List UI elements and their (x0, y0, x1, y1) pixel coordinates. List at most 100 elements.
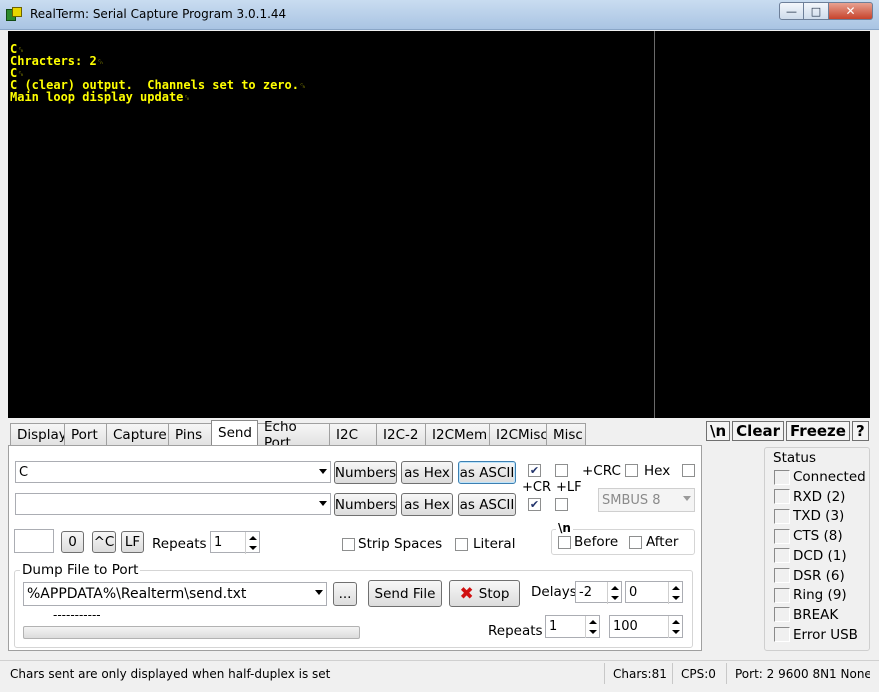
send-zero-label: 0 (68, 534, 77, 550)
close-button[interactable]: ✕ (829, 2, 873, 20)
tab-i2c-2[interactable]: I2C-2 (376, 423, 426, 445)
delay-2-spinner[interactable]: 0 (625, 581, 683, 604)
line-2-lf-checkbox[interactable] (555, 498, 568, 511)
delay-1-spinner[interactable]: -2 (575, 581, 622, 604)
send-as-hex-2-button[interactable]: as Hex (401, 493, 453, 516)
send-zero-button[interactable]: 0 (61, 531, 84, 553)
status-item-label: TXD (3) (793, 508, 845, 525)
tab-i2c[interactable]: I2C (329, 423, 377, 445)
tab-capture[interactable]: Capture (106, 423, 169, 445)
status-led-icon (774, 627, 790, 643)
send-as-ascii-1-button[interactable]: as ASCII (458, 461, 516, 484)
spinner-arrows-icon[interactable] (668, 582, 682, 604)
strip-spaces-checkbox[interactable] (342, 538, 355, 551)
tab-port[interactable]: Port (64, 423, 107, 445)
send-ctrl-c-label: ^C (93, 534, 115, 550)
status-led-icon (774, 548, 790, 564)
before-label: Before (574, 534, 619, 550)
tab-send[interactable]: Send (211, 420, 258, 445)
smbus-value: SMBUS 8 (602, 492, 661, 508)
status-item: Connected (774, 469, 866, 485)
spinner-arrows-icon[interactable] (245, 532, 259, 554)
minimize-icon: — (786, 4, 797, 18)
send-as-ascii-2-button[interactable]: as ASCII (458, 493, 516, 516)
send-numbers-2-button[interactable]: Numbers (334, 493, 397, 516)
maximize-button[interactable]: □ (804, 2, 829, 20)
status-item-label: BREAK (793, 606, 839, 623)
terminal-splitter[interactable] (654, 31, 655, 418)
status-item: Ring (9) (774, 587, 847, 603)
status-item: DSR (6) (774, 568, 845, 584)
status-item: BREAK (774, 607, 838, 623)
crlf-marker-icon: ␍ (96, 58, 104, 68)
newline-before-checkbox[interactable] (558, 536, 571, 549)
spinner-arrows-icon[interactable] (607, 582, 621, 604)
statusbar-chars: Chars:81 (613, 666, 667, 681)
after-label: After (646, 534, 679, 550)
status-item-label: DCD (1) (793, 547, 847, 564)
smbus-combo[interactable]: SMBUS 8 (598, 488, 695, 512)
freeze-button[interactable]: Freeze (786, 421, 850, 441)
browse-file-button[interactable]: ... (333, 582, 357, 606)
send-ctrl-c-button[interactable]: ^C (92, 531, 116, 553)
status-led-icon (774, 469, 790, 485)
terminal-line: Main loop display update␍ (10, 91, 306, 104)
tab-i2cmem[interactable]: I2CMem (425, 423, 490, 445)
status-item-label: DSR (6) (793, 567, 845, 584)
line-1-lf-checkbox[interactable] (555, 464, 568, 477)
dump-repeats-label: Repeats (488, 623, 543, 639)
send-line-2-combo[interactable] (15, 493, 331, 515)
send-repeats-spinner[interactable]: 1 (210, 531, 260, 554)
spinner-arrows-icon[interactable] (668, 616, 682, 638)
terminal-display[interactable]: C␍ Chracters: 2␍ C␍ C (clear) output. Chann… (8, 31, 870, 418)
send-file-button[interactable]: Send File (368, 580, 442, 607)
tab-pins[interactable]: Pins (168, 423, 212, 445)
status-item-label: CTS (8) (793, 528, 843, 545)
chevron-down-icon (683, 496, 691, 501)
newline-after-checkbox[interactable] (629, 536, 642, 549)
stop-x-icon: ✖ (459, 583, 474, 604)
send-as-hex-1-button[interactable]: as Hex (401, 461, 453, 484)
status-led-icon (774, 568, 790, 583)
dump-repeats-1-spinner[interactable]: 1 (545, 615, 600, 638)
status-bar: Chars sent are only displayed when half-… (0, 660, 879, 685)
send-as-ascii-1-label: as ASCII (459, 464, 515, 481)
stop-button[interactable]: ✖ Stop (449, 580, 520, 607)
send-numbers-2-label: Numbers (334, 496, 397, 513)
literal-checkbox[interactable] (455, 538, 468, 551)
line-1-cr-checkbox[interactable]: ✔ (528, 464, 541, 477)
send-tab-panel: C Numbers as Hex as ASCII ✔ +CRC Hex +CR… (8, 445, 702, 651)
terminal-line: Chracters: 2␍ (10, 55, 306, 68)
crc-hex-checkbox[interactable] (625, 464, 638, 477)
status-item: TXD (3) (774, 508, 844, 524)
dump-progress-bar (23, 626, 360, 639)
dump-file-combo[interactable]: %APPDATA%\Realterm\send.txt (23, 582, 327, 606)
char-input[interactable] (14, 529, 54, 553)
clear-button[interactable]: Clear (732, 421, 785, 441)
send-as-hex-1-label: as Hex (404, 464, 450, 481)
crlf-marker-icon: ␍ (298, 82, 307, 92)
status-item: CTS (8) (774, 528, 843, 544)
spinner-arrows-icon[interactable] (585, 616, 599, 638)
dump-file-path: %APPDATA%\Realterm\send.txt (27, 586, 247, 602)
tab-misc[interactable]: Misc (546, 423, 586, 445)
newline-button[interactable]: \n (706, 421, 731, 441)
status-item: RXD (2) (774, 489, 845, 505)
tab-display[interactable]: Display (10, 423, 67, 445)
send-lf-button[interactable]: LF (121, 531, 144, 553)
send-line-1-combo[interactable]: C (15, 461, 331, 483)
title-bar: RealTerm: Serial Capture Program 3.0.1.4… (0, 0, 879, 30)
repeats-label: Repeats (152, 536, 207, 552)
send-repeats-value: 1 (214, 534, 223, 550)
crc-checkbox[interactable] (682, 464, 695, 477)
status-led-icon (774, 528, 790, 544)
dump-repeats-2-spinner[interactable]: 100 (609, 615, 683, 638)
tab-i2cmisc[interactable]: I2CMisc (489, 423, 548, 445)
tab-echo-port[interactable]: Echo Port (257, 419, 330, 451)
stop-label: Stop (478, 585, 510, 602)
send-numbers-1-button[interactable]: Numbers (334, 461, 397, 484)
minimize-button[interactable]: — (779, 2, 804, 20)
line-2-cr-checkbox[interactable]: ✔ (528, 498, 541, 511)
help-button[interactable]: ? (851, 421, 869, 441)
delay-2-value: 0 (629, 584, 638, 600)
